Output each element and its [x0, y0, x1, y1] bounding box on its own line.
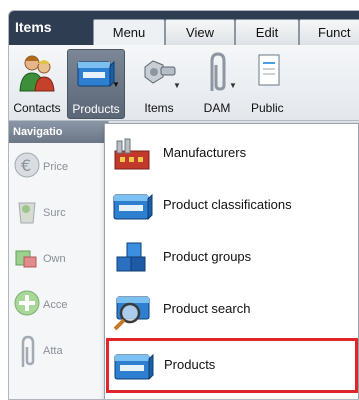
items-label: Items [144, 101, 174, 115]
tab-strip: Items Menu View Edit Funct [9, 11, 359, 47]
contacts-button[interactable]: Contacts [9, 51, 65, 117]
factory-icon [111, 137, 155, 176]
products-dropdown-menu: Manufacturers Product classifications Pr… [104, 123, 359, 399]
menu-item-products[interactable]: Products [106, 338, 358, 393]
chevron-down-icon[interactable]: ▼ [112, 80, 120, 89]
products-label: Products [72, 102, 120, 116]
navigation-panel: Navigatio € Price Surc Own Acce Atta [9, 121, 109, 399]
app-title: Items [15, 19, 52, 35]
menu-item-product-classifications[interactable]: Product classifications [105, 180, 358, 230]
nav-item-label: Surc [43, 207, 66, 219]
menu-item-label: Product groups [163, 249, 252, 264]
app-frame: Items Menu View Edit Funct Contacts ▼ Pr… [0, 0, 359, 400]
menu-item-label: Product classifications [163, 197, 292, 212]
nav-item-label: Price [43, 161, 69, 173]
menu-item-label: Products [164, 357, 216, 372]
tab-functions[interactable]: Funct [299, 19, 359, 46]
nav-item-accessories[interactable]: Acce [13, 289, 109, 325]
chevron-down-icon[interactable]: ▼ [229, 81, 237, 90]
navigation-header: Navigatio [9, 121, 108, 143]
tab-edit[interactable]: Edit [235, 19, 299, 46]
nav-item-attachments[interactable]: Atta [13, 335, 109, 371]
cubes-icon [111, 241, 155, 280]
tab-view[interactable]: View [165, 19, 235, 46]
menu-item-label: Product search [163, 301, 251, 316]
euro-icon: € [13, 151, 41, 182]
nav-item-label: Acce [43, 299, 68, 311]
dam-button[interactable]: ▼ DAM [189, 51, 245, 117]
chevron-down-icon[interactable]: ▼ [173, 81, 181, 90]
svg-text:€: € [21, 156, 31, 175]
nav-item-own[interactable]: Own [13, 243, 109, 279]
menu-item-label: Manufacturers [163, 145, 247, 160]
bin-icon [13, 197, 41, 228]
publication-button[interactable]: Public [247, 51, 307, 117]
paperclip-icon [13, 335, 41, 372]
menu-item-product-search[interactable]: Product search [105, 284, 358, 334]
menu-item-product-groups[interactable]: Product groups [105, 232, 358, 282]
product-box-icon [75, 52, 117, 97]
nav-item-label: Atta [43, 345, 63, 357]
items-button[interactable]: ▼ Items [131, 51, 187, 117]
bolt-nut-icon [137, 51, 181, 98]
publication-label: Public [251, 101, 284, 115]
tab-menu[interactable]: Menu [93, 19, 165, 47]
product-box-icon [112, 349, 156, 386]
document-icon [255, 51, 283, 98]
nav-item-surcharge[interactable]: Surc [13, 197, 109, 233]
application-window: Items Menu View Edit Funct Contacts ▼ Pr… [8, 10, 359, 400]
products-button[interactable]: ▼ Products [67, 49, 125, 119]
product-box-icon [111, 189, 155, 226]
menu-item-manufacturers[interactable]: Manufacturers [105, 128, 358, 178]
blocks-icon [13, 243, 41, 274]
paperclip-icon [202, 51, 232, 98]
dam-label: DAM [203, 101, 231, 115]
nav-item-label: Own [43, 253, 66, 265]
nav-item-price[interactable]: € Price [13, 151, 109, 187]
contacts-label: Contacts [13, 101, 61, 115]
ribbon-toolbar: Contacts ▼ Products ▼ Items ▼ DAM Public [9, 45, 359, 121]
plus-icon [13, 289, 41, 320]
contacts-icon [17, 51, 57, 98]
magnifier-box-icon [111, 293, 155, 334]
